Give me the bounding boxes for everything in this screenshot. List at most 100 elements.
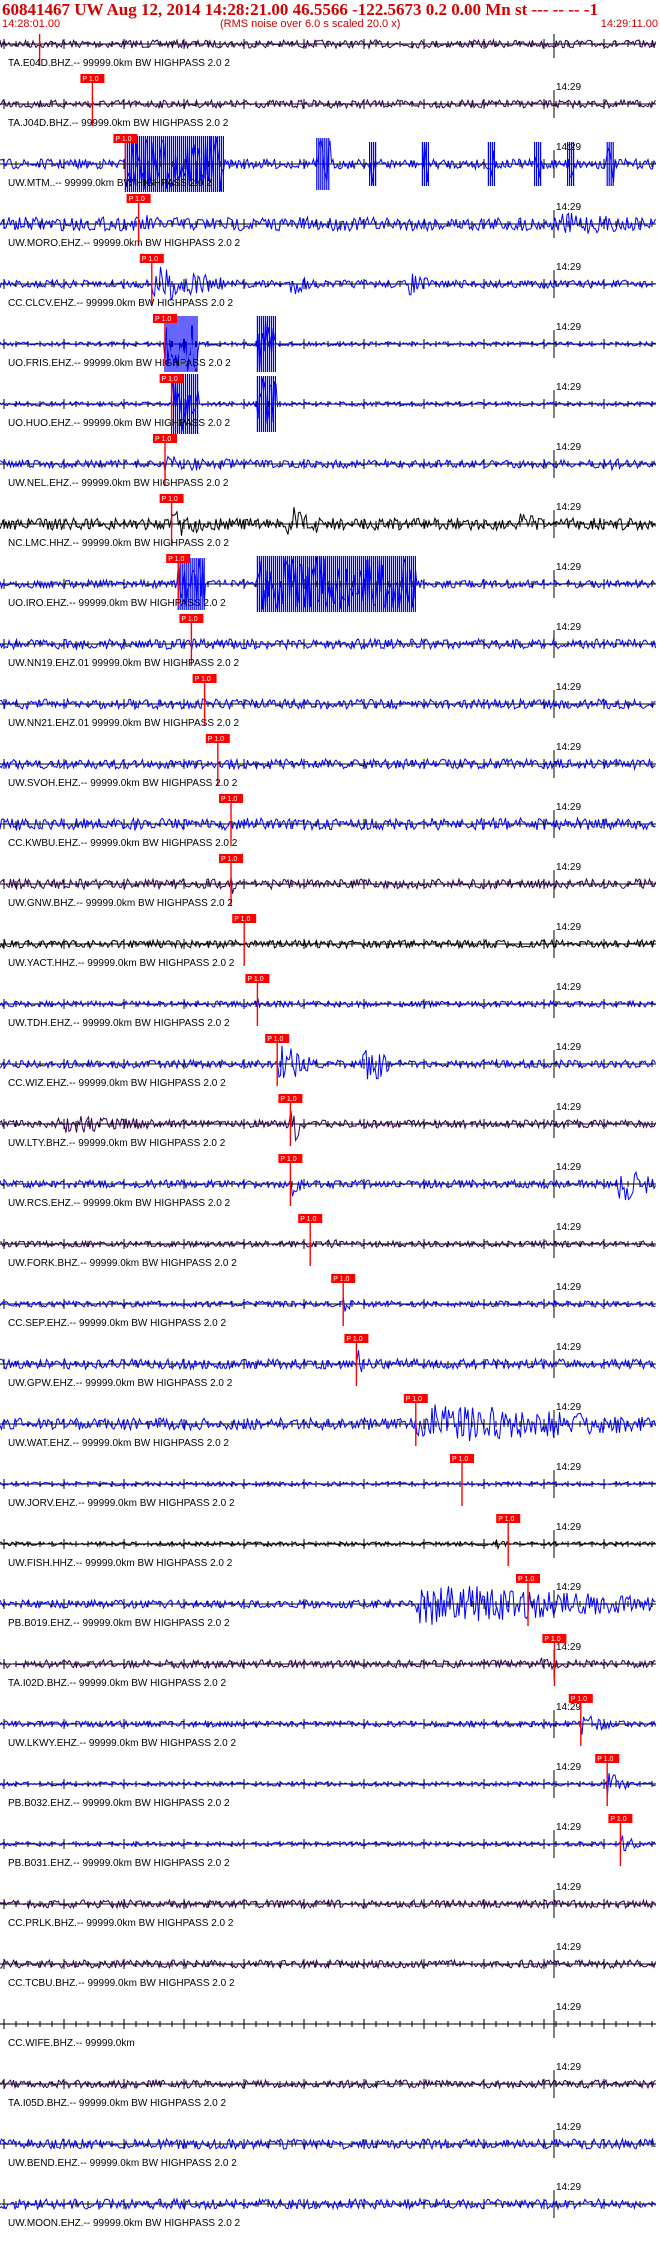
trace-8: 14:29 P 1.0 NC.LMC.HHZ.-- 99999.0km BW HIG… (0, 494, 656, 549)
pick-label: P 1.0 (280, 1156, 296, 1163)
pick-label: P 1.0 (498, 1516, 514, 1523)
waveform (0, 2137, 656, 2151)
pick-label: P 1.0 (155, 316, 171, 323)
minute-label: 14:29 (556, 502, 581, 513)
station-label: TA.E04D.BHZ.-- 99999.0km BW HIGHPASS 2.0… (8, 58, 230, 69)
trace-19: 14:29 P 1.0 UW.RCS.EHZ.-- 99999.0km BW HIG… (0, 1154, 656, 1209)
station-label: UW.GNW.BHZ.-- 99999.0km BW HIGHPASS 2.0 … (8, 898, 233, 909)
station-label: TA.I05D.BHZ.-- 99999.0km BW HIGHPASS 2.0… (8, 2098, 226, 2109)
trace-27: 14:29P 1.0 TA.I02D.BHZ.-- 99999.0km BW HI… (0, 1634, 656, 1689)
station-label: UO.HUO.EHZ.-- 99999.0km BW HIGHPASS 2.0 … (8, 418, 231, 429)
trace-6: 14:29 P 1.0 UO.HUO.EHZ.-- 99999.0km BW HIG… (0, 374, 656, 434)
trace-18: 14:29 P 1.0 UW.LTY.BHZ.-- 99999.0km BW HIG… (0, 1094, 656, 1149)
minute-label: 14:29 (556, 622, 581, 633)
minute-label: 14:29 (556, 982, 581, 993)
minute-label: 14:29 (556, 1942, 581, 1953)
event-title: 60841467 UW Aug 12, 2014 14:28:21.00 46.… (2, 0, 599, 19)
station-label: UW.FISH.HHZ.-- 99999.0km BW HIGHPASS 2.0… (8, 1558, 233, 1569)
minute-label: 14:29 (556, 322, 581, 333)
waveform (0, 1110, 656, 1142)
pick-label: P 1.0 (597, 1756, 613, 1763)
end-time: 14:29:11.00 (600, 18, 658, 30)
trace-17: 14:29 P 1.0 CC.WIZ.EHZ.-- 99999.0km BW HIG… (0, 1034, 656, 1089)
station-label: CC.KWBU.EHZ.-- 99999.0km BW HIGHPASS 2.0… (8, 838, 238, 849)
station-label: PB.B019.EHZ.-- 99999.0km BW HIGHPASS 2.0… (8, 1618, 230, 1629)
pick-label: P 1.0 (142, 256, 158, 263)
trace-22: 14:29 P 1.0 UW.GPW.EHZ.-- 99999.0km BW HIG… (0, 1334, 656, 1389)
rms-note: (RMS noise over 6.0 s scaled 20.0 x) (220, 18, 401, 30)
station-label: UW.NN19.EHZ.01 99999.0km BW HIGHPASS 2.0… (8, 658, 239, 669)
trace-28: 14:29P 1.0 UW.LKWY.EHZ.-- 99999.0km BW HI… (0, 1694, 656, 1749)
trace-11: 14:29 P 1.0 UW.NN21.EHZ.01 99999.0km BW HI… (0, 674, 656, 729)
minute-label: 14:29 (556, 742, 581, 753)
trace-0: 14:29P 1.0TA.E04D.BHZ.-- 99999.0km BW HI… (0, 34, 656, 69)
minute-label: 14:29 (556, 1462, 581, 1473)
trace-10: 14:29 P 1.0 UW.NN19.EHZ.01 99999.0km BW HI… (0, 614, 656, 669)
waveform (0, 1835, 656, 1852)
seismogram-panel: 14:29 P 1.0 TA.E04D.BHZ.-- 99999.0km BW HI… (0, 34, 656, 2229)
pick-label: P 1.0 (162, 376, 178, 383)
minute-label: 14:29 (556, 2002, 581, 2013)
trace-35: 14:29 UW.BEND.EHZ.-- 99999.0km BW HIGHPAS… (0, 2122, 656, 2169)
minute-label: 14:29 (556, 1582, 581, 1593)
trace-29: 14:29 P 1.0 PB.B032.EHZ.-- 99999.0km BW HI… (0, 1754, 656, 1809)
station-label: UW.TDH.EHZ.-- 99999.0km BW HIGHPASS 2.0 … (8, 1018, 230, 1029)
minute-label: 14:29 (556, 1102, 581, 1113)
station-label: TA.I02D.BHZ.-- 99999.0km BW HIGHPASS 2.0… (8, 1678, 226, 1689)
trace-34: 14:29 TA.I05D.BHZ.-- 99999.0km BW HIGHPAS… (0, 2062, 656, 2109)
trace-7: 14:29 P 1.0 UW.NEL.EHZ.-- 99999.0km BW HIG… (0, 434, 656, 489)
trace-5: 14:29 P 1.0 UO.FRIS.EHZ.-- 99999.0km BW HI… (0, 314, 656, 372)
pick-label: P 1.0 (82, 76, 98, 83)
station-label: CC.TCBU.BHZ.-- 99999.0km BW HIGHPASS 2.0… (8, 1978, 235, 1989)
trace-14: 14:29 P 1.0 UW.GNW.BHZ.-- 99999.0km BW HIG… (0, 854, 656, 909)
minute-label: 14:29 (556, 1222, 581, 1233)
minute-label: 14:29 (556, 382, 581, 393)
pick-label: P 1.0 (280, 1096, 296, 1103)
pick-label: P 1.0 (267, 1036, 283, 1043)
minute-label: 14:29 (556, 1522, 581, 1533)
pick-label: P 1.0 (115, 136, 131, 143)
minute-label: 14:29 (556, 562, 581, 573)
station-label: UO.FRIS.EHZ.-- 99999.0km BW HIGHPASS 2.0… (8, 358, 231, 369)
station-label: UW.MORO.EHZ.-- 99999.0km BW HIGHPASS 2.0… (8, 238, 241, 249)
minute-label: 14:29 (556, 1162, 581, 1173)
trace-3: 14:29 P 1.0 UW.MORO.EHZ.-- 99999.0km BW HI… (0, 194, 656, 249)
minute-label: 14:29 (556, 1702, 581, 1713)
minute-label: 14:29 (556, 1762, 581, 1773)
minute-label: 14:29 (556, 802, 581, 813)
pick-label: P 1.0 (406, 1396, 422, 1403)
minute-label: 14:29 (556, 1042, 581, 1053)
pick-label: P 1.0 (195, 676, 211, 683)
minute-label: 14:29 (556, 682, 581, 693)
station-label: PB.B032.EHZ.-- 99999.0km BW HIGHPASS 2.0… (8, 1798, 230, 1809)
minute-label: 14:29 (556, 2122, 581, 2133)
station-label: UW.GPW.EHZ.-- 99999.0km BW HIGHPASS 2.0 … (8, 1378, 233, 1389)
waveform (0, 1657, 656, 1671)
pick-label: P 1.0 (346, 1336, 362, 1343)
station-label: UW.LTY.BHZ.-- 99999.0km BW HIGHPASS 2.0 … (8, 1138, 226, 1149)
minute-label: 14:29 (556, 2182, 581, 2193)
trace-23: 14:29 P 1.0 UW.WAT.EHZ.-- 99999.0km BW HIG… (0, 1394, 656, 1449)
trace-20: 14:29 P 1.0 UW.FORK.BHZ.-- 99999.0km BW HI… (0, 1214, 656, 1269)
minute-label: 14:29 (556, 1282, 581, 1293)
station-label: UW.NN21.EHZ.01 99999.0km BW HIGHPASS 2.0… (8, 718, 239, 729)
trace-32: 14:29 CC.TCBU.BHZ.-- 99999.0km BW HIGHPAS… (0, 1942, 656, 1989)
trace-13: 14:29 P 1.0 CC.KWBU.EHZ.-- 99999.0km BW HI… (0, 794, 656, 849)
pick-label: P 1.0 (221, 856, 237, 863)
minute-label: 14:29 (556, 82, 581, 93)
trace-30: 14:29 P 1.0 PB.B031.EHZ.-- 99999.0km BW HI… (0, 1814, 656, 1869)
trace-36: 14:29 UW.MOON.EHZ.-- 99999.0km BW HIGHPAS… (0, 2182, 656, 2229)
station-label: NC.LMC.HHZ.-- 99999.0km BW HIGHPASS 2.0 … (8, 538, 229, 549)
trace-33: 14:29 CC.WIFE.BHZ.-- 99999.0km (0, 2002, 656, 2049)
pick-label: P 1.0 (221, 796, 237, 803)
minute-label: 14:29 (556, 142, 581, 153)
trace-26: 14:29 P 1.0 PB.B019.EHZ.-- 99999.0km BW HI… (0, 1574, 656, 1629)
trace-4: 14:29 P 1.0 CC.CLCV.EHZ.-- 99999.0km BW HI… (0, 254, 656, 309)
station-label: PB.B031.EHZ.-- 99999.0km BW HIGHPASS 2.0… (8, 1858, 230, 1869)
trace-15: 14:29 P 1.0 UW.YACT.HHZ.-- 99999.0km BW HI… (0, 914, 656, 969)
station-label: UO.IRO.EHZ.-- 99999.0km BW HIGHPASS 2.0 … (8, 598, 226, 609)
pick-label: P 1.0 (610, 1816, 626, 1823)
pick-label: P 1.0 (168, 556, 184, 563)
station-label: UW.WAT.EHZ.-- 99999.0km BW HIGHPASS 2.0 … (8, 1438, 229, 1449)
station-label: CC.WIZ.EHZ.-- 99999.0km BW HIGHPASS 2.0 … (8, 1078, 226, 1089)
